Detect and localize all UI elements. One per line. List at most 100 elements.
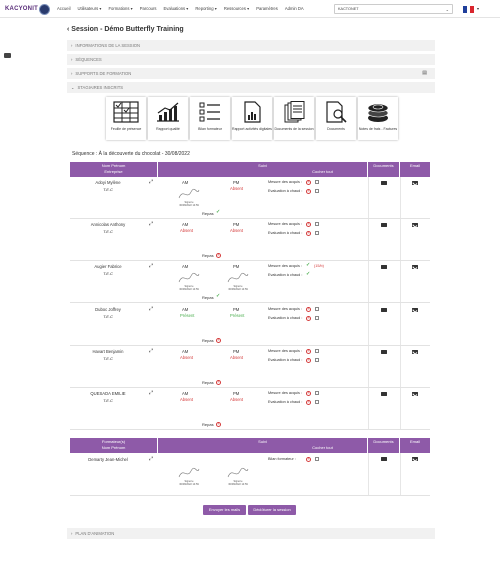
checkbox[interactable]	[315, 358, 319, 362]
x-circle-icon[interactable]: ×	[306, 400, 311, 405]
nav-parametres[interactable]: Paramètres	[256, 6, 278, 11]
x-circle-icon[interactable]: ×	[306, 231, 311, 236]
cocher-tout-formateurs-link[interactable]: Cocher tout	[158, 445, 367, 450]
x-circle-icon[interactable]: ×	[306, 307, 311, 312]
checkbox[interactable]	[315, 231, 319, 235]
send-mails-button[interactable]: Envoyer les mails	[203, 505, 246, 515]
nav-admin[interactable]: Admin DA	[285, 6, 304, 11]
folder-icon[interactable]	[381, 457, 387, 461]
checkbox[interactable]	[315, 316, 319, 320]
nav-formations[interactable]: Formations ▾	[108, 6, 132, 11]
folder-icon[interactable]	[381, 350, 387, 354]
folder-icon[interactable]	[381, 181, 387, 185]
repas-label: Repas	[202, 253, 214, 258]
divider	[368, 453, 369, 495]
folder-icon[interactable]	[381, 265, 387, 269]
x-circle-icon[interactable]: ×	[306, 391, 311, 396]
envelope-icon[interactable]	[412, 223, 418, 227]
nav-ressources[interactable]: Ressources ▾	[224, 6, 249, 11]
expand-icon[interactable]: ⤢	[149, 390, 153, 396]
nav-reporting[interactable]: Reporting ▾	[195, 6, 216, 11]
company-select[interactable]: KACTONET ⌄	[334, 4, 453, 14]
brand-logo[interactable]: KACYONIT	[5, 3, 50, 15]
x-circle-icon[interactable]: ×	[216, 338, 221, 343]
am-status: Absent	[180, 228, 194, 233]
language-caret-icon[interactable]: ▾	[477, 6, 479, 11]
checkbox[interactable]	[315, 457, 319, 461]
accordion-plan-animation[interactable]: › PLAN D'ANIMATION	[67, 528, 435, 539]
chevron-right-icon: ›	[71, 43, 73, 48]
checkbox[interactable]	[315, 349, 319, 353]
checkbox[interactable]	[315, 307, 319, 311]
cocher-tout-link[interactable]: Cocher tout	[158, 169, 367, 174]
checkbox[interactable]	[315, 189, 319, 193]
expand-icon[interactable]: ⤢	[149, 348, 153, 354]
nav-utilisateurs[interactable]: Utilisateurs ▾	[78, 6, 102, 11]
tile-feuille-presence[interactable]: Feuille de présence	[106, 97, 146, 140]
tile-documents[interactable]: Documents	[316, 97, 356, 140]
trainee-company: T.E.C	[103, 187, 113, 192]
check-icon[interactable]: ✓	[306, 271, 310, 277]
folder-icon[interactable]	[381, 223, 387, 227]
accordion-supports[interactable]: › SUPPORTS DE FORMATION ▤	[67, 68, 435, 79]
check-icon[interactable]: ✓	[306, 262, 310, 268]
accordion-informations[interactable]: › INFORMATIONS DE LA SESSION	[67, 40, 435, 51]
envelope-icon[interactable]	[412, 392, 418, 396]
trainee-name: Augier Fabrice	[94, 264, 122, 269]
header-email: Email	[400, 162, 430, 177]
accordion-stagiaires[interactable]: ⌄ STAGIAIRES INSCRITS	[67, 82, 435, 93]
x-circle-icon[interactable]: ×	[306, 180, 311, 185]
tile-bilan-formateur[interactable]: Bilan formateur	[190, 97, 230, 140]
folder-icon[interactable]	[381, 392, 387, 396]
french-flag-icon[interactable]	[463, 6, 475, 13]
tile-rapport-qualite[interactable]: Rapport qualité	[148, 97, 188, 140]
checkbox[interactable]	[315, 180, 319, 184]
row-divider	[70, 429, 430, 430]
tile-notes-de-frais[interactable]: Notes de frais - Factures	[358, 97, 398, 140]
x-circle-icon[interactable]: ×	[216, 422, 221, 427]
nav-parcours[interactable]: Parcours	[140, 6, 157, 11]
x-circle-icon[interactable]: ×	[306, 189, 311, 194]
x-circle-icon[interactable]: ×	[216, 380, 221, 385]
tile-documents-session[interactable]: Documents de la session	[274, 97, 314, 140]
trainee-company: T.E.C	[103, 271, 113, 276]
expand-icon[interactable]: ⤢	[149, 306, 153, 312]
accordion-sequences[interactable]: › SÉQUENCES	[67, 54, 435, 65]
x-circle-icon[interactable]: ×	[306, 349, 311, 354]
envelope-icon[interactable]	[412, 457, 418, 461]
envelope-icon[interactable]	[412, 350, 418, 354]
repas-label: Repas	[202, 422, 214, 427]
check-icon[interactable]: ✓	[216, 293, 220, 299]
nav-accueil[interactable]: Accueil	[57, 6, 71, 11]
envelope-icon[interactable]	[412, 308, 418, 312]
checkbox[interactable]	[315, 222, 319, 226]
envelope-icon[interactable]	[412, 265, 418, 269]
mesure-label: Mesure des acquis :	[268, 264, 302, 268]
folder-icon[interactable]	[4, 53, 11, 58]
folder-icon[interactable]	[381, 308, 387, 312]
x-circle-icon[interactable]: ×	[306, 457, 311, 462]
tile-rapport-activites[interactable]: Rapport activités digitales	[232, 97, 272, 140]
expand-icon[interactable]: ⤢	[149, 456, 153, 462]
pdf-icon[interactable]: ▤	[422, 70, 427, 76]
header-nom-entreprise: Nom Prénom Entreprise	[70, 162, 158, 177]
mesure-score: (15/b)	[314, 264, 324, 268]
checkbox[interactable]	[315, 400, 319, 404]
nav-evaluations[interactable]: Evaluations ▾	[163, 6, 188, 11]
am-label: AM	[182, 222, 189, 227]
pm-label: PM	[233, 222, 240, 227]
x-circle-icon[interactable]: ×	[306, 222, 311, 227]
evaluation-label: Evaluation à chaud :	[268, 189, 303, 193]
signature-caption-am: Signé le 30/08/2022 14:59	[179, 285, 199, 291]
trainer-name: Demarty Jean-Michel	[88, 457, 128, 462]
x-circle-icon[interactable]: ×	[306, 358, 311, 363]
x-circle-icon[interactable]: ×	[216, 253, 221, 258]
x-circle-icon[interactable]: ×	[306, 316, 311, 321]
expand-icon[interactable]: ⤢	[149, 179, 153, 185]
expand-icon[interactable]: ⤢	[149, 263, 153, 269]
unlock-session-button[interactable]: Déclôturer la session	[248, 505, 296, 515]
expand-icon[interactable]: ⤢	[149, 221, 153, 227]
check-icon[interactable]: ✓	[216, 209, 220, 215]
checkbox[interactable]	[315, 391, 319, 395]
envelope-icon[interactable]	[412, 181, 418, 185]
